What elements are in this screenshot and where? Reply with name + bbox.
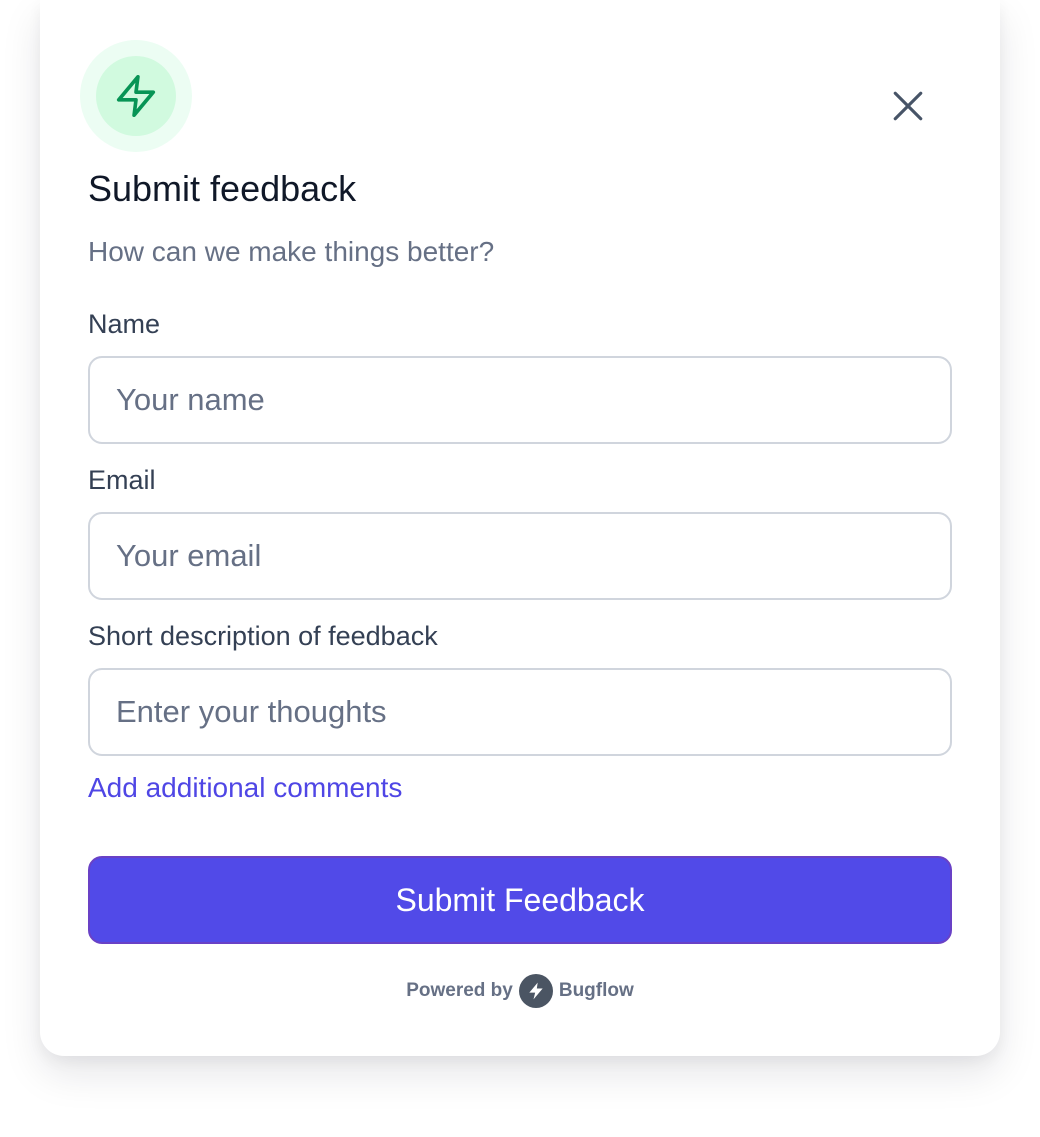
powered-by-text: Powered by — [406, 980, 513, 1001]
name-input[interactable] — [88, 356, 952, 444]
description-input[interactable] — [88, 668, 952, 756]
feedback-dialog: Submit feedback How can we make things b… — [40, 0, 1000, 1056]
close-icon — [893, 91, 923, 121]
dialog-title: Submit feedback — [88, 168, 357, 209]
add-comments-link[interactable]: Add additional comments — [88, 770, 402, 806]
zap-icon — [116, 75, 156, 117]
dialog-subtitle: How can we make things better? — [88, 236, 495, 267]
name-label: Name — [88, 309, 161, 339]
email-label: Email — [88, 465, 156, 495]
feedback-icon-badge — [80, 40, 192, 152]
submit-feedback-button[interactable]: Submit Feedback — [88, 856, 952, 944]
bugflow-logo-icon — [518, 974, 553, 1008]
close-button[interactable] — [884, 82, 932, 130]
powered-by-footer: Powered by Bugflow — [40, 974, 1000, 1008]
email-input[interactable] — [88, 512, 952, 600]
brand-name: Bugflow — [558, 980, 634, 1001]
description-label: Short description of feedback — [88, 621, 438, 651]
